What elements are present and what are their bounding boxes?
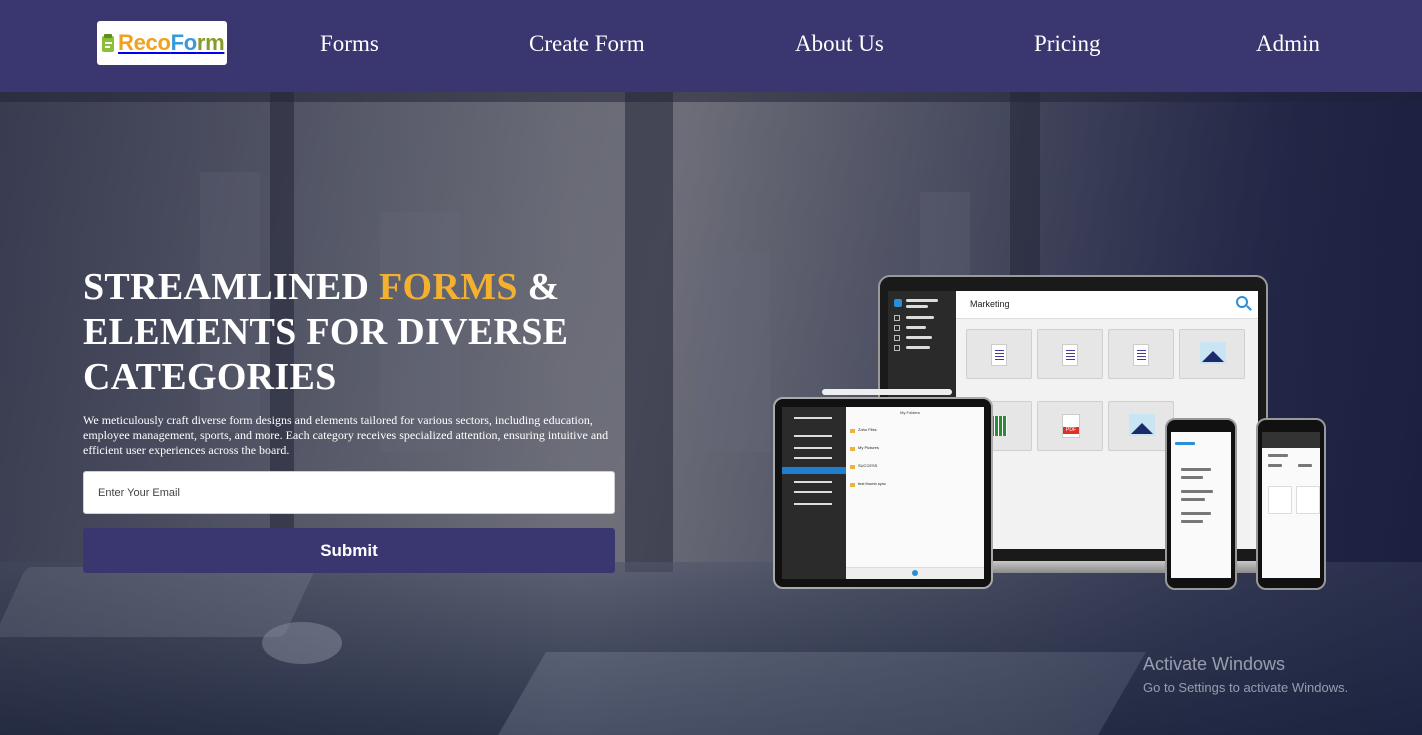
tablet-bottom-bar [846,567,984,579]
document-icon [991,344,1007,366]
phone-line [1298,464,1312,467]
folder-icon [850,429,855,433]
phone-line [1181,490,1213,493]
image-icon [1200,342,1226,364]
nav-link-create-form[interactable]: Create Form [529,31,645,57]
document-icon [1062,344,1078,366]
app-icon [894,299,902,307]
tablet-mockup: My Folders Zoho Files My Pictures SUCCES… [773,397,993,589]
checkbox-icon [894,345,900,351]
stylus-pen [822,389,952,395]
phone-line [1175,442,1195,445]
document-tile [966,329,1032,379]
phone-line [1181,520,1203,523]
headline-accent: FORMS [379,266,518,308]
headline-part1: STREAMLINED [83,266,380,308]
checkbox-icon [894,315,900,321]
nav-link-pricing[interactable]: Pricing [1034,31,1100,57]
form-logo-icon [101,33,117,53]
search-icon [1236,296,1248,308]
sidebar-line [906,336,932,339]
activate-windows-title: Activate Windows [1143,654,1286,674]
sidebar-line [794,457,832,459]
phone-line [1181,468,1211,471]
sidebar-line [794,435,832,437]
logo-text: RecoForm [118,30,225,55]
folder-icon [850,465,855,469]
devices-mockup-image: Marketing My Folder [770,275,1330,595]
sidebar-line [906,299,938,302]
sidebar-line [794,481,832,483]
sidebar-line [906,346,930,349]
checkbox-icon [894,325,900,331]
phone-screen [1171,432,1231,578]
pdf-icon [1062,414,1080,438]
image-icon [1129,414,1155,436]
tablet-add-icon [912,570,918,576]
laptop-header: Marketing [956,291,1258,319]
phone-screen [1262,432,1320,578]
sidebar-line [906,305,928,308]
hero-headline: STREAMLINED FORMS & ELEMENTS FOR DIVERSE… [83,265,623,400]
document-tile [1037,329,1103,379]
hero-description: We meticulously craft diverse form desig… [83,413,609,457]
tablet-screen: My Folders Zoho Files My Pictures SUCCES… [782,407,984,579]
image-tile [1179,329,1245,379]
submit-button[interactable]: Submit [83,528,615,573]
document-icon [1133,344,1149,366]
document-tile [1108,329,1174,379]
sidebar-line [794,447,832,449]
phone-line [1181,476,1203,479]
spreadsheet-icon [991,416,1007,436]
folder-icon [850,447,855,451]
pdf-tile [1037,401,1103,451]
tablet-title: My Folders [900,410,920,415]
top-navbar: RecoForm Forms Create Form About Us Pric… [0,0,1422,92]
activate-windows-subtitle: Go to Settings to activate Windows. [1143,680,1349,695]
tablet-folder-name: My Pictures [858,445,879,450]
sidebar-active-item [782,467,846,474]
sidebar-line [906,326,926,329]
phone-card [1268,486,1292,514]
phone-header [1262,432,1320,448]
sidebar-line [794,417,832,419]
phone-line [1268,464,1282,467]
phone-card [1296,486,1320,514]
nav-link-about-us[interactable]: About Us [795,31,884,57]
nav-link-forms[interactable]: Forms [320,31,379,57]
email-input[interactable] [83,471,615,514]
sidebar-line [794,491,832,493]
tablet-sidebar [782,407,846,579]
laptop-title: Marketing [970,299,1010,309]
tablet-folder-name: SUCCESS [858,463,878,468]
tablet-folder-name: Zoho Files [858,427,877,432]
phone-line [1181,498,1205,501]
logo-link[interactable]: RecoForm [97,21,227,65]
folder-icon [850,483,855,487]
phone-mockup-2 [1256,418,1326,590]
nav-link-admin[interactable]: Admin [1256,31,1320,57]
phone-line [1181,512,1211,515]
phone-line [1268,454,1288,457]
sidebar-line [906,316,934,319]
checkbox-icon [894,335,900,341]
sidebar-line [794,503,832,505]
phone-mockup-1 [1165,418,1237,590]
tablet-folder-name: test thumb sync [858,481,887,486]
